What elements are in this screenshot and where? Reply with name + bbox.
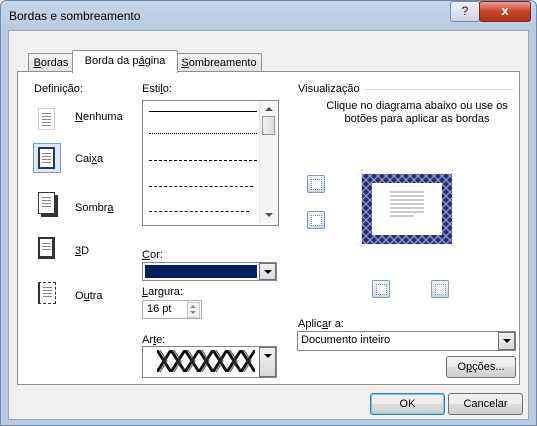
definition-header: Definição: <box>34 83 83 95</box>
setting-custom-label[interactable]: Outra <box>75 290 103 302</box>
width-label: Largura: <box>142 286 183 298</box>
top-border-button[interactable] <box>307 175 325 193</box>
cancel-button[interactable]: Cancelar <box>448 393 523 415</box>
setting-custom-icon[interactable] <box>33 278 61 308</box>
setting-box-label[interactable]: Caixa <box>75 153 103 165</box>
border-preview-diagram[interactable] <box>354 168 458 248</box>
scroll-thumb[interactable] <box>262 116 275 135</box>
page-shadow-icon <box>38 192 55 214</box>
spin-up-icon[interactable] <box>190 305 196 308</box>
color-swatch <box>145 265 257 278</box>
setting-shadow-label[interactable]: Sombra <box>75 202 114 214</box>
style-option-long-dash[interactable] <box>149 186 253 187</box>
close-icon: x <box>501 3 509 18</box>
setting-3d-label[interactable]: 3D <box>75 245 89 257</box>
setting-none-label[interactable]: Nenhuma <box>75 111 123 123</box>
bottom-border-button[interactable] <box>307 211 325 229</box>
art-label: Arte: <box>142 334 166 346</box>
tab-sombreamento[interactable]: Sombreamento <box>176 53 262 72</box>
preview-header: Visualização <box>298 83 364 95</box>
setting-box-icon[interactable] <box>33 143 61 173</box>
page-custom-icon <box>38 282 56 304</box>
close-button[interactable]: x <box>479 1 531 22</box>
setting-none-icon[interactable] <box>33 104 61 134</box>
style-option-solid[interactable] <box>149 111 257 112</box>
apply-to-label: Aplicar a: <box>298 318 344 330</box>
spin-down-icon[interactable] <box>190 311 196 314</box>
style-option-dotted[interactable] <box>149 133 257 134</box>
page-none-icon <box>38 108 55 130</box>
tab-borda-da-pagina[interactable]: Borda da página <box>72 50 178 73</box>
color-select[interactable] <box>142 262 277 281</box>
scroll-down-icon[interactable] <box>265 213 273 217</box>
apply-to-value: Documento inteiro <box>301 334 391 346</box>
chevron-down-icon[interactable] <box>498 332 515 350</box>
setting-shadow-icon[interactable] <box>33 188 61 218</box>
art-pattern-preview <box>157 350 255 372</box>
options-button[interactable]: Opções... <box>446 356 516 378</box>
style-option-dashed[interactable] <box>149 160 257 161</box>
apply-to-select[interactable]: Documento inteiro <box>297 331 516 351</box>
help-button[interactable]: ? <box>450 1 480 22</box>
style-header: Estilo: <box>142 83 172 95</box>
color-label: Cor: <box>142 249 163 261</box>
page-box-icon <box>38 147 55 169</box>
chevron-down-icon[interactable] <box>259 263 276 280</box>
style-scrollbar[interactable] <box>259 101 277 223</box>
preview-instructions: Clique no diagrama abaixo ou use os botõ… <box>326 100 508 125</box>
width-value[interactable]: 16 pt <box>147 303 171 315</box>
window-title: Bordas e sombreamento <box>9 9 141 23</box>
setting-3d-icon[interactable] <box>33 233 61 263</box>
right-border-button[interactable] <box>431 280 449 298</box>
chevron-down-icon[interactable] <box>259 347 276 377</box>
page-3d-icon <box>38 237 55 259</box>
ok-button[interactable]: OK <box>370 393 445 415</box>
left-border-button[interactable] <box>372 280 390 298</box>
tab-bordas[interactable]: Bordas <box>28 53 74 72</box>
art-select[interactable] <box>142 346 277 378</box>
scroll-up-icon[interactable] <box>265 107 273 111</box>
width-spin-buttons[interactable] <box>187 302 200 318</box>
width-spinner[interactable]: 16 pt <box>142 300 202 319</box>
style-option-dash-dot[interactable] <box>149 211 249 212</box>
